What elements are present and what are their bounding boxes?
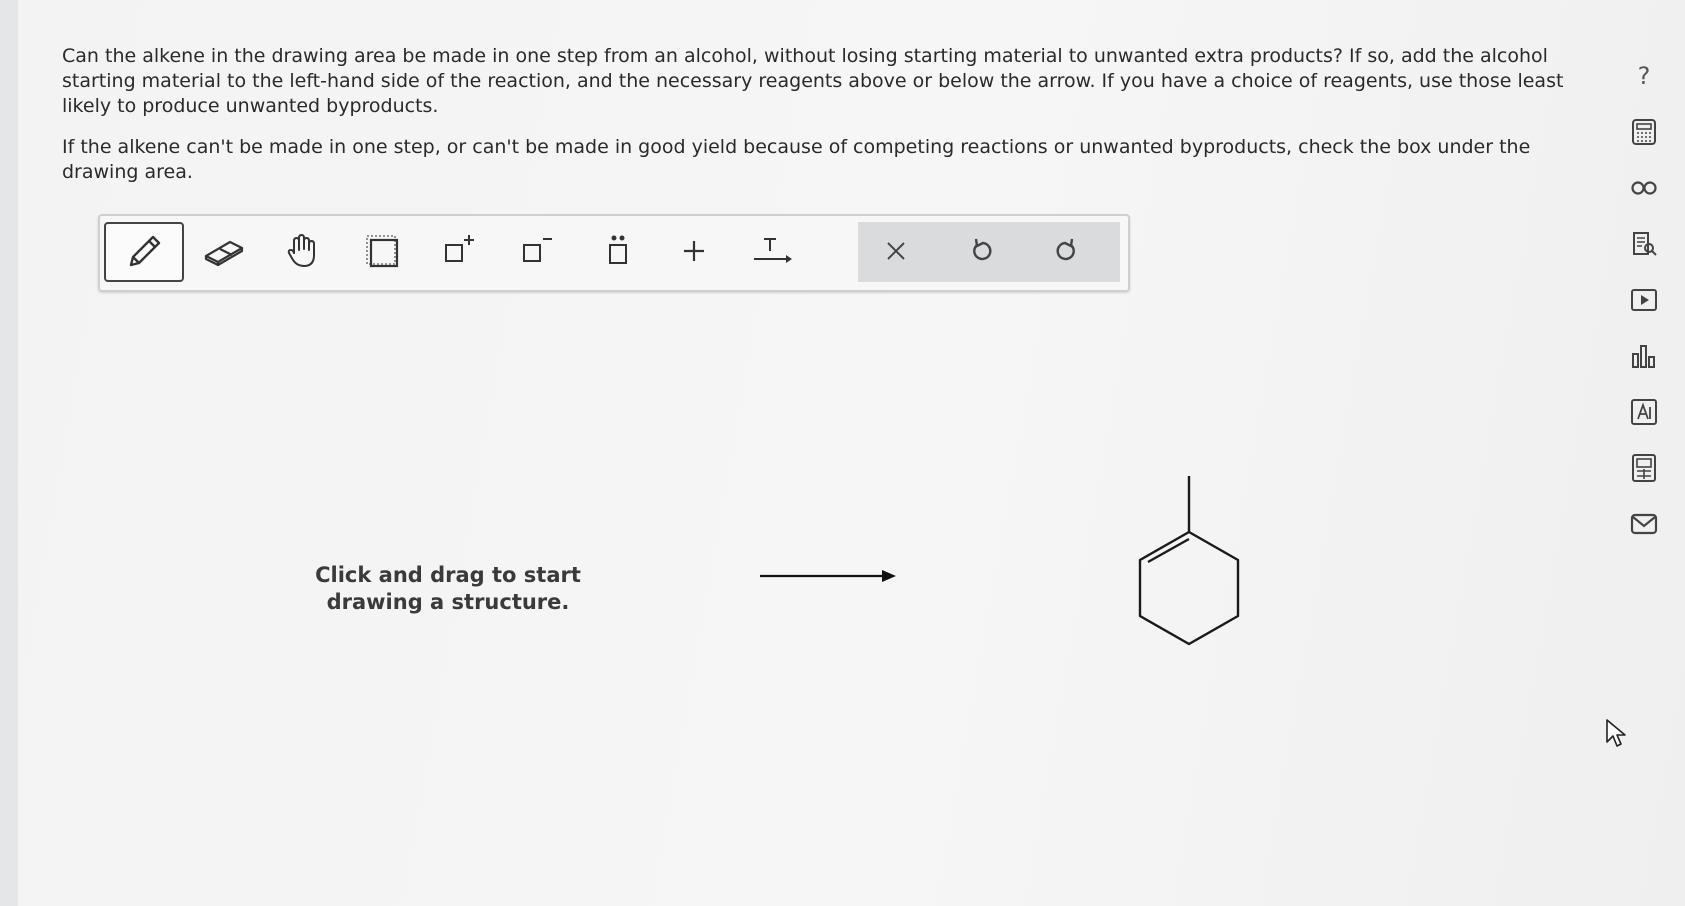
calculator-icon	[1631, 118, 1657, 150]
data-chart-button[interactable]	[1624, 338, 1664, 378]
negative-charge-button[interactable]	[500, 222, 576, 280]
pencil-icon	[123, 231, 165, 273]
product-alkene-structure[interactable]	[1138, 470, 1248, 664]
undo-icon	[968, 237, 996, 265]
text-arrow-icon	[750, 233, 794, 269]
text-icon	[1630, 398, 1658, 430]
help-button[interactable]: ?	[1624, 56, 1664, 96]
redo-icon	[1052, 237, 1080, 265]
toolbar-action-group	[858, 222, 1120, 282]
reaction-arrow[interactable]	[760, 566, 900, 590]
calculator-button[interactable]	[1624, 114, 1664, 154]
hint-line-1: Click and drag to start	[315, 563, 581, 587]
periodic-table-icon	[1630, 178, 1658, 202]
pencil-tool-button[interactable]	[104, 222, 184, 282]
data-chart-icon	[1630, 342, 1658, 374]
keyboard-icon	[1631, 453, 1657, 487]
video-icon	[1630, 288, 1658, 316]
eraser-tool-button[interactable]	[186, 222, 262, 280]
mouse-pointer-icon	[1605, 718, 1627, 752]
text-arrow-button[interactable]	[734, 222, 810, 280]
select-box-icon	[364, 233, 400, 269]
clear-button[interactable]	[858, 222, 934, 280]
negative-charge-icon	[520, 233, 556, 269]
question-paragraph-1: Can the alkene in the drawing area be ma…	[62, 45, 1564, 117]
positive-charge-button[interactable]	[422, 222, 498, 280]
periodic-table-button[interactable]	[1624, 170, 1664, 210]
question-text: Can the alkene in the drawing area be ma…	[62, 44, 1582, 201]
keyboard-button[interactable]	[1624, 450, 1664, 490]
assignment-page: Can the alkene in the drawing area be ma…	[18, 0, 1685, 906]
select-tool-button[interactable]	[344, 222, 420, 280]
reading-icon	[1630, 230, 1658, 262]
mail-icon	[1630, 512, 1658, 540]
mail-button[interactable]	[1624, 506, 1664, 546]
hint-line-2: drawing a structure.	[326, 590, 570, 614]
help-icon: ?	[1637, 62, 1651, 90]
eraser-icon	[202, 236, 246, 266]
reading-button[interactable]	[1624, 226, 1664, 266]
drawing-toolbar	[98, 214, 1130, 292]
drawing-area-hint[interactable]: Click and drag to start drawing a struct…	[288, 562, 608, 616]
undo-button[interactable]	[944, 222, 1020, 280]
plus-tool-button[interactable]	[656, 222, 732, 280]
plus-icon	[679, 236, 709, 266]
lone-pair-button[interactable]	[580, 222, 656, 280]
lone-pair-icon	[600, 233, 636, 269]
hand-icon	[284, 233, 320, 269]
clear-icon	[883, 238, 909, 264]
video-button[interactable]	[1624, 282, 1664, 322]
redo-button[interactable]	[1028, 222, 1104, 280]
positive-charge-icon	[442, 233, 478, 269]
question-paragraph-2: If the alkene can't be made in one step,…	[62, 136, 1531, 183]
text-button[interactable]	[1624, 394, 1664, 434]
hand-tool-button[interactable]	[264, 222, 340, 280]
